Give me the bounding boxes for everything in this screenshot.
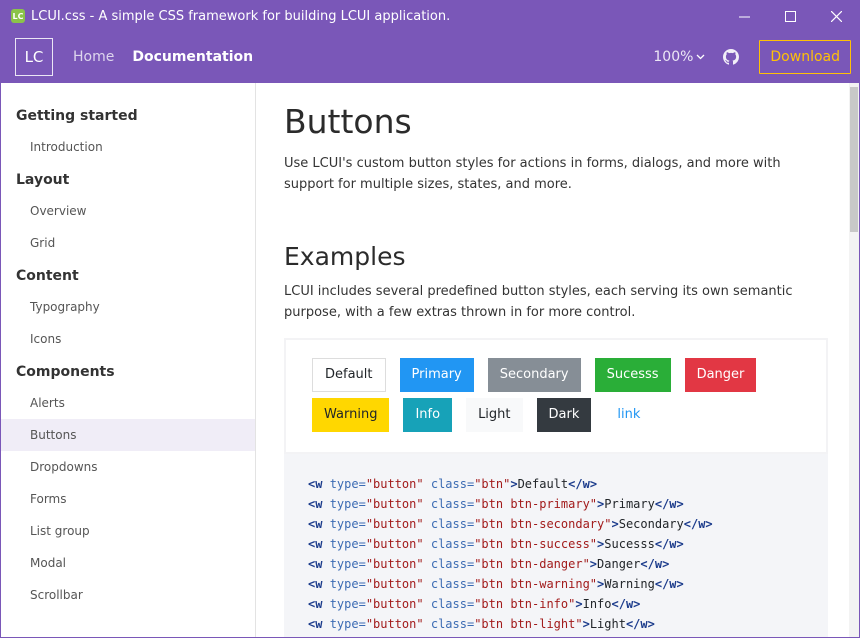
sidebar-item-overview[interactable]: Overview (1, 195, 255, 227)
page-intro: Use LCUI's custom button styles for acti… (284, 156, 781, 192)
warning-button[interactable]: Warning (312, 398, 390, 432)
sidebar: Getting started Introduction Layout Over… (1, 83, 256, 637)
sidebar-item-typography[interactable]: Typography (1, 291, 255, 323)
light-button[interactable]: Light (466, 398, 523, 432)
success-button[interactable]: Sucesss (594, 358, 671, 392)
sidebar-item-grid[interactable]: Grid (1, 227, 255, 259)
code-line: <w type="button" class="btn btn-info">In… (308, 597, 641, 611)
close-button[interactable] (813, 1, 859, 31)
sidebar-item-list-group[interactable]: List group (1, 515, 255, 547)
sidebar-item-buttons[interactable]: Buttons (1, 419, 255, 451)
buttons-row: Warning Info Light Dark link (312, 398, 826, 432)
buttons-row: Default Primary Secondary Sucesss Danger (312, 358, 826, 392)
sidebar-item-icons[interactable]: Icons (1, 323, 255, 355)
title-bar: LC LCUI.css - A simple CSS framework for… (1, 1, 859, 31)
danger-button[interactable]: Danger (684, 358, 757, 392)
sidebar-section-getting-started: Getting started (16, 108, 138, 124)
github-icon[interactable] (723, 49, 740, 65)
info-button[interactable]: Info (403, 398, 453, 432)
sidebar-item-introduction[interactable]: Introduction (1, 131, 255, 163)
link-button[interactable]: link (605, 398, 652, 432)
code-line: <w type="button" class="btn">Default</w> (308, 477, 598, 491)
download-button[interactable]: Download (759, 40, 851, 74)
secondary-button[interactable]: Secondary (487, 358, 581, 392)
maximize-icon (784, 10, 796, 22)
code-line: <w type="button" class="btn btn-warning"… (308, 577, 684, 591)
sidebar-item-alerts[interactable]: Alerts (1, 387, 255, 419)
sidebar-section-layout: Layout (16, 172, 70, 188)
default-button[interactable]: Default (312, 358, 386, 392)
code-line: <w type="button" class="btn btn-primary"… (308, 497, 684, 511)
sidebar-item-modal[interactable]: Modal (1, 547, 255, 579)
code-line: <w type="button" class="btn btn-dark">Da… (308, 634, 828, 637)
close-icon (830, 10, 842, 22)
code-line: <w type="button" class="btn btn-danger">… (308, 557, 670, 571)
minimize-icon (738, 16, 750, 17)
sidebar-section-content: Content (16, 268, 79, 284)
code-example: <w type="button" class="btn">Default</w>… (284, 454, 828, 637)
chevron-down-icon (696, 54, 705, 60)
app-logo-icon: LC (11, 9, 25, 23)
zoom-dropdown[interactable]: 100% (653, 49, 705, 65)
scrollbar-thumb[interactable] (850, 87, 858, 232)
window-title: LCUI.css - A simple CSS framework for bu… (31, 8, 451, 24)
code-line: <w type="button" class="btn btn-light">L… (308, 617, 655, 631)
zoom-level: 100% (653, 49, 694, 65)
examples-intro: LCUI includes several predefined button … (284, 284, 793, 320)
code-line: <w type="button" class="btn btn-secondar… (308, 517, 713, 531)
primary-button[interactable]: Primary (399, 358, 474, 392)
dark-button[interactable]: Dark (536, 398, 592, 432)
examples-heading: Examples (284, 242, 406, 271)
sidebar-item-scrollbar[interactable]: Scrollbar (1, 579, 255, 611)
top-navbar: LC Home Documentation 100% Download (1, 31, 859, 83)
nav-documentation[interactable]: Documentation (132, 49, 253, 65)
page-title: Buttons (284, 102, 412, 141)
vertical-scrollbar[interactable] (849, 83, 859, 637)
sidebar-item-forms[interactable]: Forms (1, 483, 255, 515)
code-line: <w type="button" class="btn btn-success"… (308, 537, 684, 551)
minimize-button[interactable] (721, 1, 767, 31)
main-content: Buttons Use LCUI's custom button styles … (256, 83, 859, 637)
buttons-example-box: Default Primary Secondary Sucesss Danger… (284, 338, 828, 454)
nav-home[interactable]: Home (73, 49, 114, 65)
sidebar-item-dropdowns[interactable]: Dropdowns (1, 451, 255, 483)
maximize-button[interactable] (767, 1, 813, 31)
brand-logo[interactable]: LC (15, 38, 53, 76)
app-window: LC LCUI.css - A simple CSS framework for… (0, 0, 860, 638)
sidebar-section-components: Components (16, 364, 115, 380)
content-area: Getting started Introduction Layout Over… (1, 83, 859, 637)
